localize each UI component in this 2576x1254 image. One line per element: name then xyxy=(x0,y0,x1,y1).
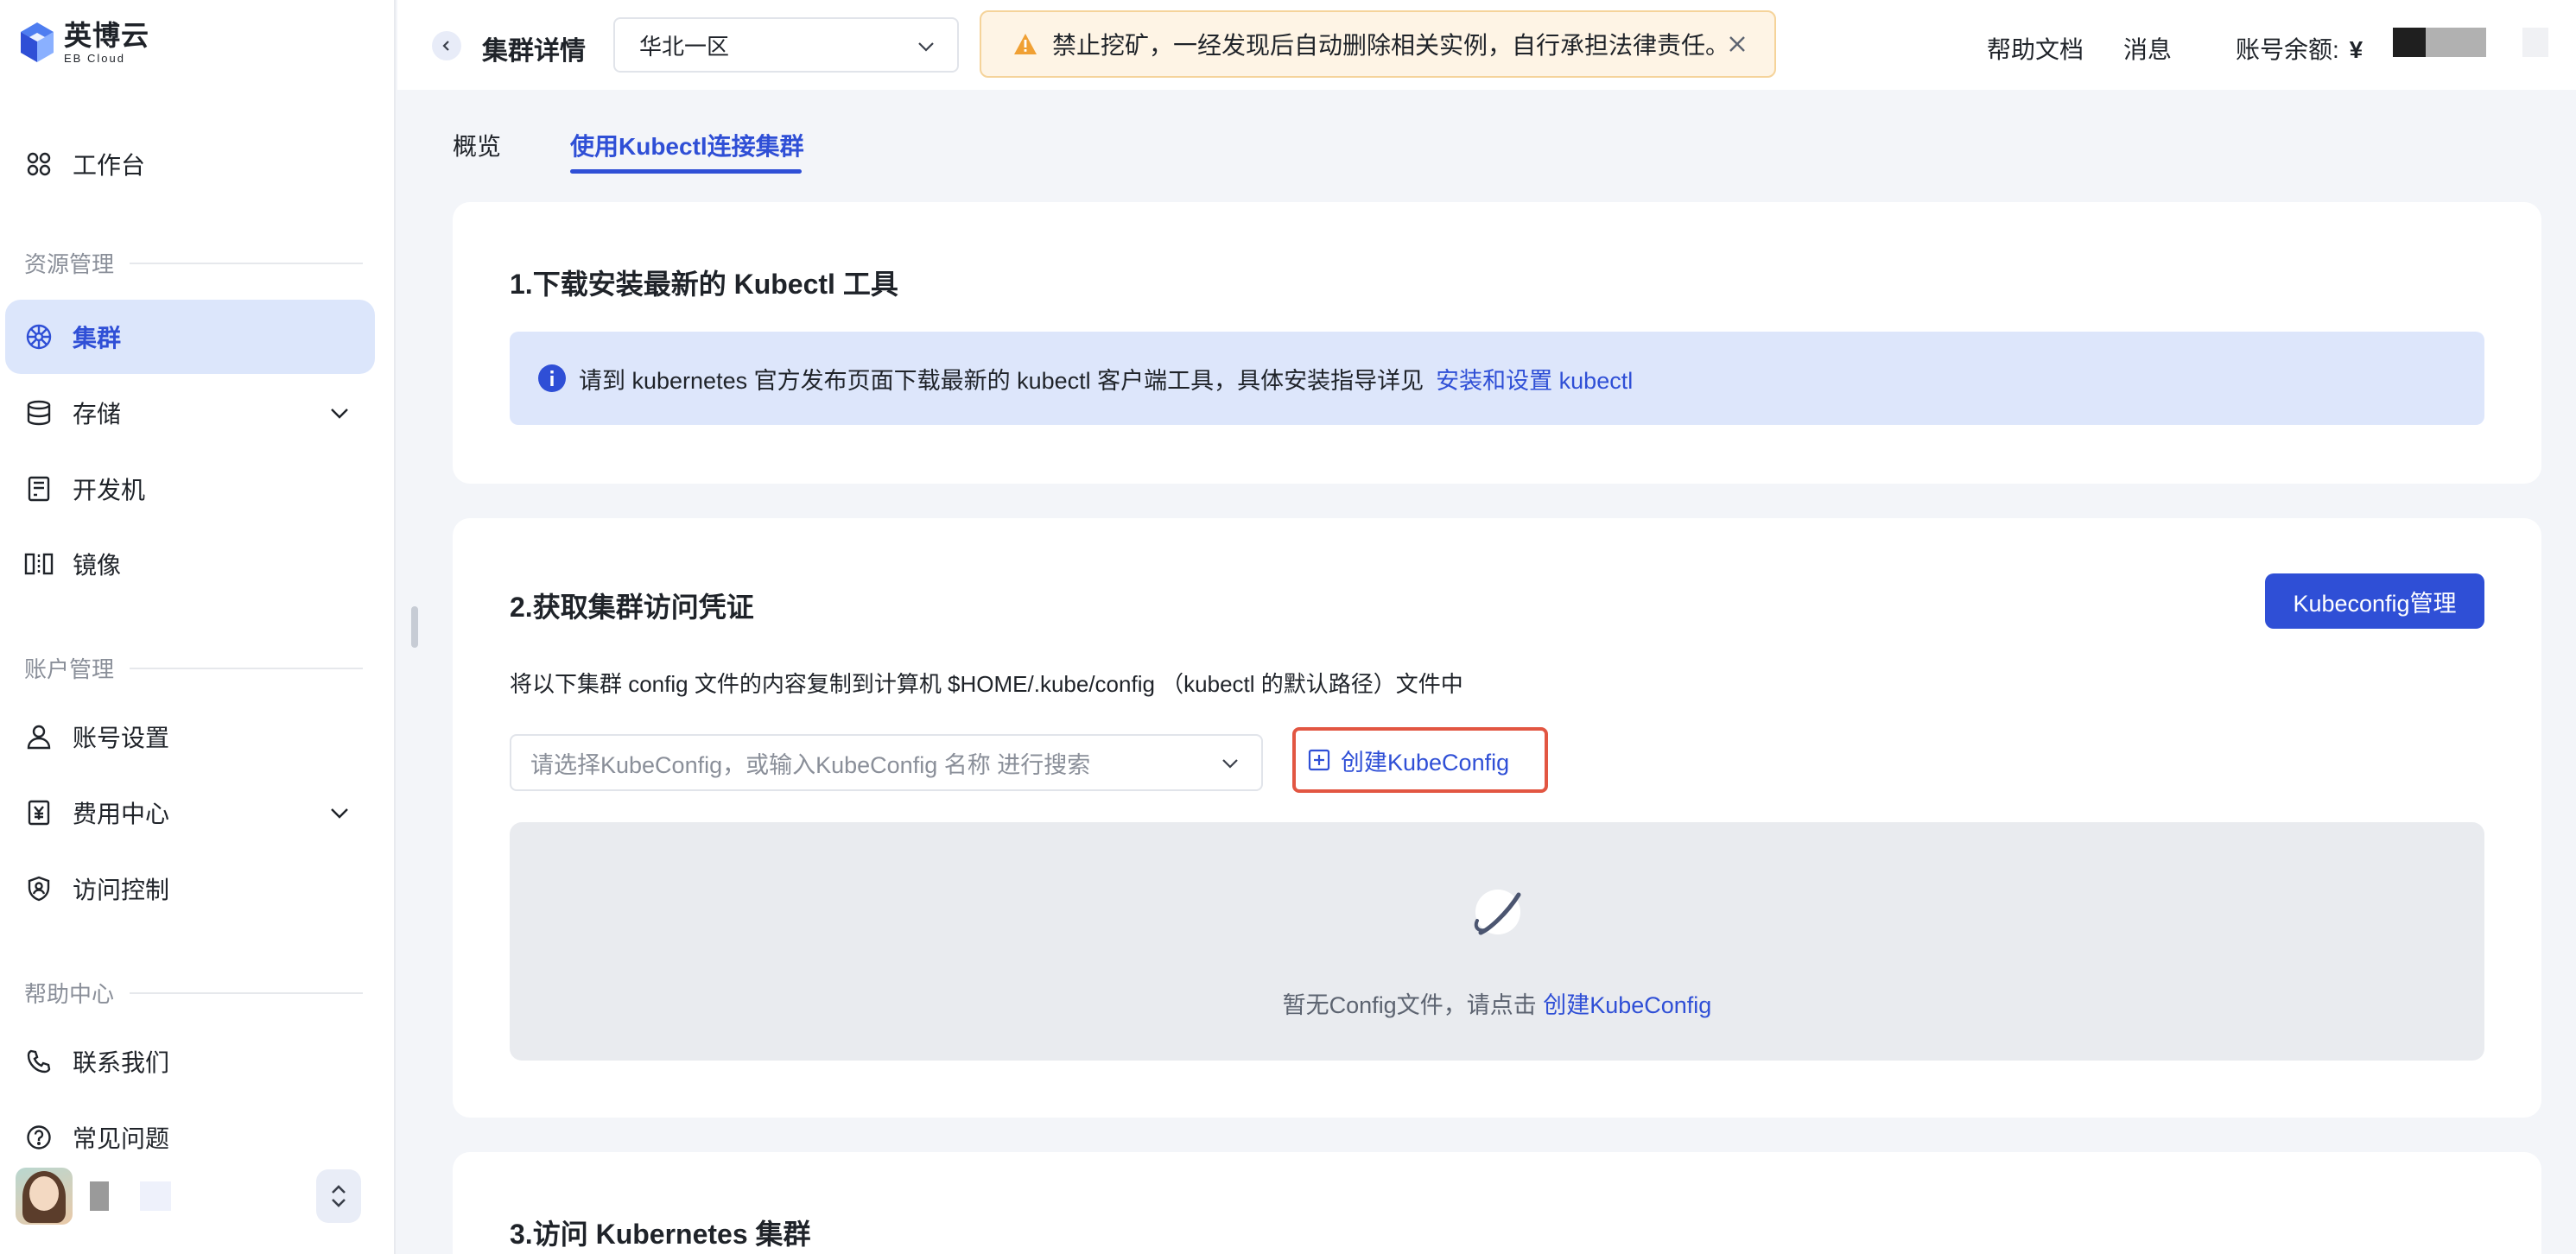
empty-create-kubeconfig-link[interactable]: 创建KubeConfig xyxy=(1543,992,1711,1018)
warning-banner: 禁止挖矿，一经发现后自动删除相关实例，自行承担法律责任。 xyxy=(980,10,1776,78)
sidebar-item-label: 工作台 xyxy=(73,152,146,179)
sidebar-item-label: 镜像 xyxy=(73,552,122,579)
sidebar-item-contact[interactable]: 联系我们 xyxy=(5,1024,375,1099)
kubeconfig-select-placeholder: 请选择KubeConfig，或输入KubeConfig 名称 进行搜索 xyxy=(530,751,1091,778)
warning-text: 禁止挖矿，一经发现后自动删除相关实例，自行承担法律责任。 xyxy=(1052,32,1730,59)
question-icon xyxy=(24,1123,54,1152)
balance-value-redacted xyxy=(2393,28,2426,57)
plus-square-icon xyxy=(1308,749,1330,771)
step2-title: 2.获取集群访问凭证 xyxy=(510,592,754,623)
step1-card: 1.下载安装最新的 Kubectl 工具 请到 kubernetes 官方发布页… xyxy=(453,202,2541,484)
avatar[interactable] xyxy=(16,1168,73,1225)
user-meta-redacted xyxy=(140,1181,171,1211)
warning-icon xyxy=(1014,34,1037,54)
section-label-account: 账户管理 xyxy=(24,652,363,684)
logo-cube-icon xyxy=(21,22,54,62)
top-header: 集群详情 华北一区 禁止挖矿，一经发现后自动删除相关实例，自行承担法律责任。 帮… xyxy=(397,0,2576,90)
sidebar-item-label: 开发机 xyxy=(73,477,146,504)
back-button[interactable] xyxy=(432,31,461,60)
cluster-icon xyxy=(24,322,54,352)
messages-link[interactable]: 消息 xyxy=(2123,31,2172,66)
sidebar-item-label: 集群 xyxy=(73,325,122,352)
region-select-value: 华北一区 xyxy=(639,33,730,60)
yen-icon xyxy=(24,798,54,827)
user-profile[interactable] xyxy=(16,1166,361,1226)
info-notice: 请到 kubernetes 官方发布页面下载最新的 kubectl 客户端工具，… xyxy=(510,332,2484,425)
info-text: 请到 kubernetes 官方发布页面下载最新的 kubectl 客户端工具，… xyxy=(579,367,1424,394)
sidebar-item-access-control[interactable]: 访问控制 xyxy=(5,852,375,926)
step3-title: 3.访问 Kubernetes 集群 xyxy=(510,1219,811,1250)
page-title: 集群详情 xyxy=(482,37,586,66)
sidebar-item-label: 费用中心 xyxy=(73,801,170,827)
sidebar-item-label: 联系我们 xyxy=(73,1049,170,1076)
brand-name: 英博云 xyxy=(64,19,150,51)
grid-icon xyxy=(24,149,54,179)
balance-value-redacted xyxy=(2426,28,2486,57)
region-select[interactable]: 华北一区 xyxy=(613,17,959,73)
create-kubeconfig-label: 创建KubeConfig xyxy=(1341,749,1510,776)
section-label-help: 帮助中心 xyxy=(24,977,363,1009)
sidebar-item-storage[interactable]: 存储 xyxy=(5,376,375,450)
currency-symbol: ¥ xyxy=(2349,36,2363,63)
tab-overview[interactable]: 概览 xyxy=(453,128,501,162)
create-kubeconfig-button[interactable]: 创建KubeConfig xyxy=(1292,727,1548,793)
sidebar-item-cluster[interactable]: 集群 xyxy=(5,300,375,374)
sidebar-resize-handle[interactable] xyxy=(411,606,418,648)
username-redacted xyxy=(90,1181,109,1211)
chevron-down-icon xyxy=(918,42,934,52)
step3-card: 3.访问 Kubernetes 集群 xyxy=(453,1152,2541,1254)
sidebar-item-billing[interactable]: 费用中心 xyxy=(5,776,375,850)
help-docs-link[interactable]: 帮助文档 xyxy=(1987,31,2084,66)
chevron-down-icon xyxy=(1222,759,1238,769)
active-tab-indicator xyxy=(570,169,802,174)
step2-card: 2.获取集群访问凭证 Kubeconfig管理 将以下集群 config 文件的… xyxy=(453,518,2541,1118)
brand-name-en: EB Cloud xyxy=(64,51,125,65)
sidebar: 英博云 EB Cloud 工作台 资源管理 集群 存储 开发机 镜像 账户管理 … xyxy=(0,0,396,1254)
brand-logo[interactable]: 英博云 EB Cloud xyxy=(19,21,149,64)
sidebar-item-workbench[interactable]: 工作台 xyxy=(5,127,375,201)
sidebar-item-label: 常见问题 xyxy=(73,1125,170,1152)
database-icon xyxy=(24,398,54,428)
chevron-down-icon[interactable] xyxy=(327,800,352,826)
sidebar-item-devbox[interactable]: 开发机 xyxy=(5,452,375,526)
user-icon xyxy=(24,722,54,751)
devbox-icon xyxy=(24,474,54,504)
sidebar-item-account-settings[interactable]: 账号设置 xyxy=(5,700,375,774)
chevron-down-icon[interactable] xyxy=(327,400,352,426)
account-switch-button[interactable] xyxy=(316,1169,361,1223)
step2-description: 将以下集群 config 文件的内容复制到计算机 $HOME/.kube/con… xyxy=(510,671,1463,697)
info-icon xyxy=(538,364,566,392)
image-icon xyxy=(24,549,54,579)
sidebar-item-label: 访问控制 xyxy=(73,877,170,903)
sidebar-item-faq[interactable]: 常见问题 xyxy=(5,1100,375,1175)
header-menu-redacted[interactable] xyxy=(2522,28,2548,57)
shield-icon xyxy=(24,874,54,903)
empty-state: 暂无Config文件，请点击 创建KubeConfig xyxy=(510,822,2484,1061)
chevron-updown-icon xyxy=(332,1185,346,1207)
kubeconfig-manage-button[interactable]: Kubeconfig管理 xyxy=(2265,573,2484,629)
chevron-left-icon xyxy=(442,41,449,51)
sidebar-item-label: 账号设置 xyxy=(73,725,170,751)
planet-icon xyxy=(1474,890,1521,935)
balance-label: 账号余额: ¥ xyxy=(2236,36,2363,63)
install-kubectl-link[interactable]: 安装和设置 kubectl xyxy=(1436,362,1633,396)
sidebar-item-image[interactable]: 镜像 xyxy=(5,527,375,601)
empty-state-text: 暂无Config文件，请点击 创建KubeConfig xyxy=(1282,992,1712,1018)
step1-title: 1.下载安装最新的 Kubectl 工具 xyxy=(510,269,898,300)
close-icon[interactable] xyxy=(1724,31,1750,57)
tab-kubectl-connect[interactable]: 使用Kubectl连接集群 xyxy=(570,128,804,162)
section-label-resource: 资源管理 xyxy=(24,247,363,279)
phone-icon xyxy=(24,1047,54,1076)
sidebar-item-label: 存储 xyxy=(73,401,122,428)
kubeconfig-select[interactable]: 请选择KubeConfig，或输入KubeConfig 名称 进行搜索 xyxy=(510,734,1263,791)
